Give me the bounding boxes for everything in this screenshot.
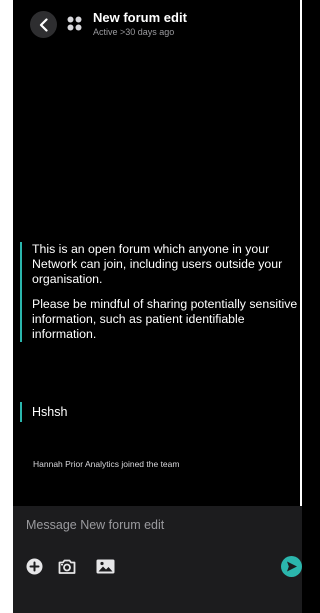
message-text: Hshsh — [32, 405, 68, 419]
system-event: Hannah Prior Analytics joined the team — [33, 459, 180, 469]
chat-screen: New forum edit Active >30 days ago This … — [0, 0, 302, 613]
chat-header: New forum edit Active >30 days ago — [13, 0, 300, 46]
notice-paragraph: This is an open forum which anyone in yo… — [32, 242, 283, 286]
message-input[interactable]: Message New forum edit — [26, 518, 164, 532]
message-composer: Message New forum edit — [13, 506, 302, 613]
message-bubble[interactable]: Hshsh — [20, 402, 67, 422]
forum-notice: This is an open forum which anyone in yo… — [20, 242, 302, 342]
notice-paragraph: Please be mindful of sharing potentially… — [32, 297, 298, 341]
send-button[interactable] — [281, 556, 302, 577]
chat-title[interactable]: New forum edit — [93, 10, 187, 25]
left-edge-strip — [0, 0, 13, 613]
chat-activity-status: Active >30 days ago — [93, 27, 175, 37]
chevron-left-icon — [39, 17, 48, 32]
image-icon — [96, 559, 115, 574]
add-attachment-button[interactable] — [26, 558, 43, 575]
plus-icon — [26, 558, 43, 575]
camera-button[interactable] — [57, 558, 77, 575]
camera-icon — [58, 559, 76, 574]
back-button[interactable] — [30, 11, 57, 38]
group-dots-icon — [67, 16, 82, 31]
image-button[interactable] — [95, 558, 116, 575]
